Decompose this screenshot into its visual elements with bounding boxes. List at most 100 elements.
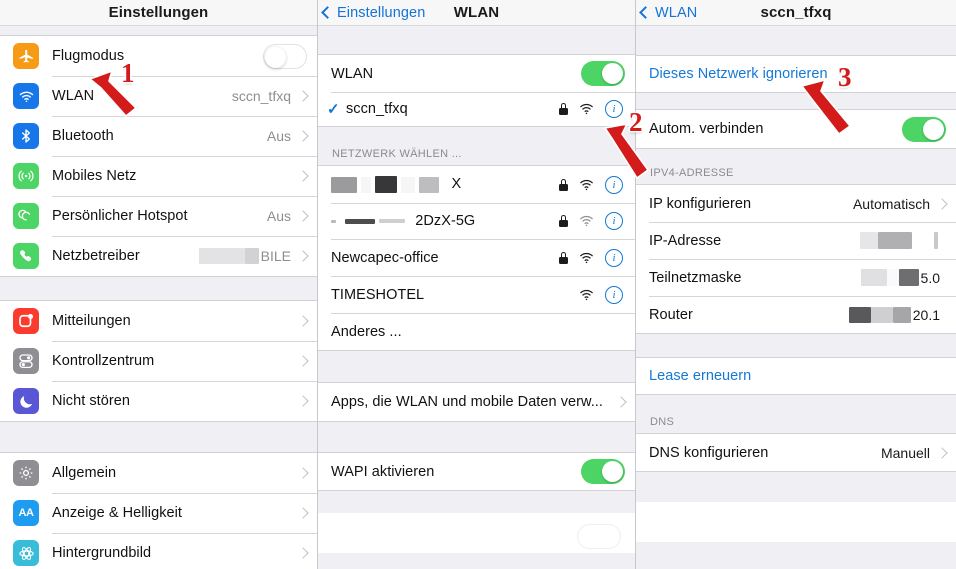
network-info-button[interactable]: i [605, 248, 623, 267]
notifications-icon [13, 308, 39, 334]
network-indicators: i [579, 285, 623, 304]
lease-renew-button[interactable]: Lease erneuern [649, 368, 946, 384]
ip-konfigurieren-row[interactable]: IP konfigurieren Automatisch [636, 185, 956, 222]
sidebar-item-label: Mitteilungen [52, 313, 131, 329]
sidebar-item-mitteilungen[interactable]: Mitteilungen [0, 301, 317, 341]
forget-network-button[interactable]: Dieses Netzwerk ignorieren [649, 66, 946, 82]
apps-using-wlan-label: Apps, die WLAN und mobile Daten verw... [331, 394, 603, 410]
sidebar-item-label: Hintergrundbild [52, 545, 152, 561]
sidebar-item-flugmodus[interactable]: Flugmodus [0, 36, 317, 76]
airplane-mode-toggle[interactable] [263, 43, 307, 69]
network-name: 2DzX-5G [415, 213, 476, 229]
wlan-panel: Einstellungen WLAN WLAN ✓ sccn_tfxq i NE… [318, 0, 636, 569]
network-name: Anderes ... [331, 323, 402, 340]
apps-wlan-group: Apps, die WLAN und mobile Daten verw... [318, 382, 635, 422]
wlan-toggle-row[interactable]: WLAN [318, 55, 635, 92]
connected-network-name: sccn_tfxq [346, 101, 408, 117]
chevron-right-icon [936, 446, 948, 459]
wifi-icon [13, 83, 39, 109]
sidebar-item-label: Netzbetreiber [52, 248, 140, 264]
chevron-right-icon [297, 170, 309, 182]
carrier-value-redacted: BILE [198, 248, 291, 264]
redaction-block [892, 306, 911, 323]
apps-using-wlan-row[interactable]: Apps, die WLAN und mobile Daten verw... [318, 383, 635, 421]
subnet-value-redacted: 5.0 [860, 269, 946, 286]
cellular-icon [13, 163, 39, 189]
list-item[interactable]: X i [318, 166, 635, 203]
sidebar-item-label: Allgemein [52, 465, 117, 481]
sidebar-item-label: Persönlicher Hotspot [52, 208, 188, 224]
lock-icon [559, 215, 568, 227]
chevron-left-icon [321, 6, 334, 19]
choose-network-header: NETZWERK WÄHLEN ... [332, 148, 462, 160]
network-info-button[interactable]: i [605, 285, 623, 304]
network-detail-navbar: WLAN sccn_tfxq [636, 0, 956, 26]
ios-settings-screenshot: Einstellungen Flugmodus WLAN sccn_tfxq B… [0, 0, 956, 569]
network-info-button[interactable]: i [605, 175, 623, 194]
toggle-knob [265, 46, 286, 68]
list-item[interactable]: TIMESHOTEL i [318, 276, 635, 313]
back-to-settings-button[interactable]: Einstellungen [318, 5, 425, 21]
sidebar-item-allgemein[interactable]: Allgemein [0, 453, 317, 493]
ip-config-value: Automatisch [852, 195, 930, 212]
network-info-button[interactable]: i [605, 212, 623, 230]
list-item[interactable]: 2DzX-5G i [318, 203, 635, 239]
chevron-right-icon [297, 547, 309, 559]
sidebar-item-bluetooth[interactable]: Bluetooth Aus [0, 116, 317, 156]
redaction-block [361, 176, 372, 193]
sidebar-item-anzeige-helligkeit[interactable]: AA Anzeige & Helligkeit [0, 493, 317, 533]
redaction-block [860, 232, 878, 249]
sidebar-item-label: Anzeige & Helligkeit [52, 505, 182, 521]
wifi-signal-icon [580, 289, 593, 300]
sidebar-item-hintergrundbild[interactable]: Hintergrundbild [0, 533, 317, 569]
network-name: TIMESHOTEL [331, 286, 425, 303]
list-item[interactable]: Newcapec-office i [318, 239, 635, 276]
lock-icon [559, 251, 568, 264]
spacer [636, 93, 956, 109]
dns-konfigurieren-row[interactable]: DNS konfigurieren Manuell [636, 434, 956, 471]
ip-adresse-row: IP-Adresse [636, 222, 956, 259]
redaction-block [878, 232, 912, 249]
auto-join-toggle[interactable] [902, 116, 946, 142]
back-label: Einstellungen [337, 4, 426, 21]
wlan-toggle-group: WLAN ✓ sccn_tfxq i [318, 54, 635, 127]
hotspot-icon [13, 203, 39, 229]
wlan-toggle-label: WLAN [331, 65, 374, 82]
wlan-toggle[interactable] [581, 61, 625, 86]
ipv4-section-header: IPV4-ADRESSE [650, 167, 734, 179]
wapi-group: WAPI aktivieren [318, 452, 635, 491]
chevron-right-icon [936, 197, 948, 210]
partial-next-row [318, 513, 635, 553]
spacer [636, 472, 956, 502]
dns-header-area: DNS [636, 395, 956, 433]
wifi-signal-icon [580, 179, 593, 190]
control-center-icon [13, 348, 39, 374]
forget-network-group: Dieses Netzwerk ignorieren [636, 55, 956, 93]
sidebar-item-label: Bluetooth [52, 128, 114, 144]
wapi-toggle[interactable] [581, 459, 625, 484]
connected-network-row[interactable]: ✓ sccn_tfxq i [318, 92, 635, 126]
sidebar-item-netzbetreiber[interactable]: Netzbetreiber BILE [0, 236, 317, 276]
sidebar-item-kontrollzentrum[interactable]: Kontrollzentrum [0, 341, 317, 381]
ipv4-header-area: IPV4-ADRESSE [636, 149, 956, 184]
gear-icon [13, 460, 39, 486]
back-to-wlan-button[interactable]: WLAN [636, 5, 697, 21]
forget-network-row[interactable]: Dieses Netzwerk ignorieren [636, 56, 956, 92]
other-network-row[interactable]: Anderes ... [318, 313, 635, 350]
spacer [318, 351, 635, 382]
wapi-row[interactable]: WAPI aktivieren [318, 453, 635, 490]
sidebar-item-label: Mobiles Netz [52, 168, 137, 184]
lease-renew-row[interactable]: Lease erneuern [636, 358, 956, 394]
partial-toggle [577, 524, 621, 549]
sidebar-item-label: Kontrollzentrum [52, 353, 155, 369]
sidebar-item-nicht-stoeren[interactable]: Nicht stören [0, 381, 317, 421]
network-detail-panel: WLAN sccn_tfxq Dieses Netzwerk ignoriere… [636, 0, 956, 569]
dns-config-value: Manuell [880, 444, 930, 461]
sidebar-item-hotspot[interactable]: Persönlicher Hotspot Aus [0, 196, 317, 236]
auto-join-row[interactable]: Autom. verbinden [636, 110, 956, 148]
network-info-button[interactable]: i [605, 100, 623, 118]
wallpaper-icon [13, 540, 39, 566]
sidebar-item-wlan[interactable]: WLAN sccn_tfxq [0, 76, 317, 116]
chevron-right-icon [297, 90, 309, 102]
sidebar-item-mobiles-netz[interactable]: Mobiles Netz [0, 156, 317, 196]
